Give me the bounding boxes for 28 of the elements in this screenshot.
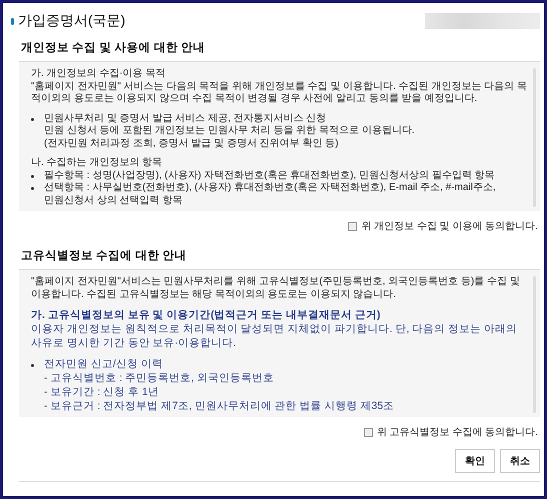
consent-label: 위 고유식별정보 수집에 동의합니다. bbox=[376, 426, 538, 439]
bullet-dot bbox=[31, 187, 34, 190]
list-item-text: 선택항목 : 사무실번호(전화번호), (사용자) 휴대전화번호(혹은 자택전화번호), E-mail 주소, #-mail주소, bbox=[44, 182, 496, 194]
list-item-text: 민원신청서 상의 선택입력 항목 bbox=[43, 194, 184, 207]
list-item-text: 필수항목 : 성명(사업장명), (사용자) 자택전화번호(혹은 휴대전화번호), 민원신청서상의 필수입력 항목 bbox=[44, 170, 495, 182]
list-item-text: - 고유식별번호 : 주민등록번호, 외국인등록번호 bbox=[43, 371, 275, 385]
consent-label: 위 개인정보 수집 및 이용에 동의합니다. bbox=[361, 220, 538, 233]
list-item-text: 민원사무처리 및 증명서 발급 서비스 제공, 전자통지서비스 신청 bbox=[44, 112, 326, 125]
notice-heading: 가. 개인정보의 수집·이용 목적 bbox=[31, 68, 166, 80]
cancel-button[interactable]: 취소 bbox=[500, 449, 540, 473]
confirm-button[interactable]: 확인 bbox=[455, 449, 495, 473]
notice-heading: 나. 수집하는 개인정보의 항목 bbox=[31, 157, 164, 170]
list-item-text: (전자민원 처리과정 조회, 증명서 발급 및 증명서 진위여부 확인 등) bbox=[43, 138, 340, 150]
notice-text: 이용자 개인정보는 원칙적으로 처리목적이 달성되면 지체없이 파기합니다. 단, 다음의 정보는 아래의 사유로 명시한 기간 동안 보유·이용합니다. bbox=[31, 322, 518, 350]
bullet-dot bbox=[31, 118, 34, 120]
notice-text: "홈페이지 전자민원" 서비스는 다음의 목적을 위해 개인정보를 수집 및 이용합니다. 수집된 개인정보는 다음의 목적이외의 용도로는 이용되지 않으며 수집 목적이 변경될 경우 사전에 알리고 동의를 받을 예정입니다. bbox=[31, 80, 527, 106]
bullet-dot bbox=[31, 364, 34, 367]
consent-checkbox[interactable] bbox=[364, 428, 373, 436]
list-item-text: - 보유기간 : 신청 후 1년 bbox=[43, 385, 160, 399]
consent-checkbox[interactable] bbox=[348, 222, 358, 230]
title-marker bbox=[11, 18, 14, 24]
window-title: 가입증명서(국문) bbox=[18, 12, 126, 30]
bullet-dot bbox=[31, 174, 34, 178]
notice-heading: 가. 고유식별정보의 보유 및 이용기간(법적근거 또는 내부결재문서 근거) bbox=[31, 308, 382, 322]
list-item-text: 전자민원 신고/신청 이력 bbox=[44, 357, 163, 371]
notice-text: "홈페이지 전자민원"서비스는 민원사무처리를 위해 고유식별정보(주민등록번호, 외국인등록번호 등)를 수집 및 이용합니다. 수집된 고유식별정보는 해당 목적이외의 용도로는 이용되지 않습니다. bbox=[31, 276, 521, 301]
list-item-text: - 보유근거 : 전자정부법 제7조, 민원사무처리에 관한 법률 시행령 제35조 bbox=[43, 399, 396, 413]
list-item-text: 민원 신청서 등에 포함된 개인정보는 민원사무 처리 등을 위한 목적으로 이용됩니다. bbox=[43, 125, 416, 138]
